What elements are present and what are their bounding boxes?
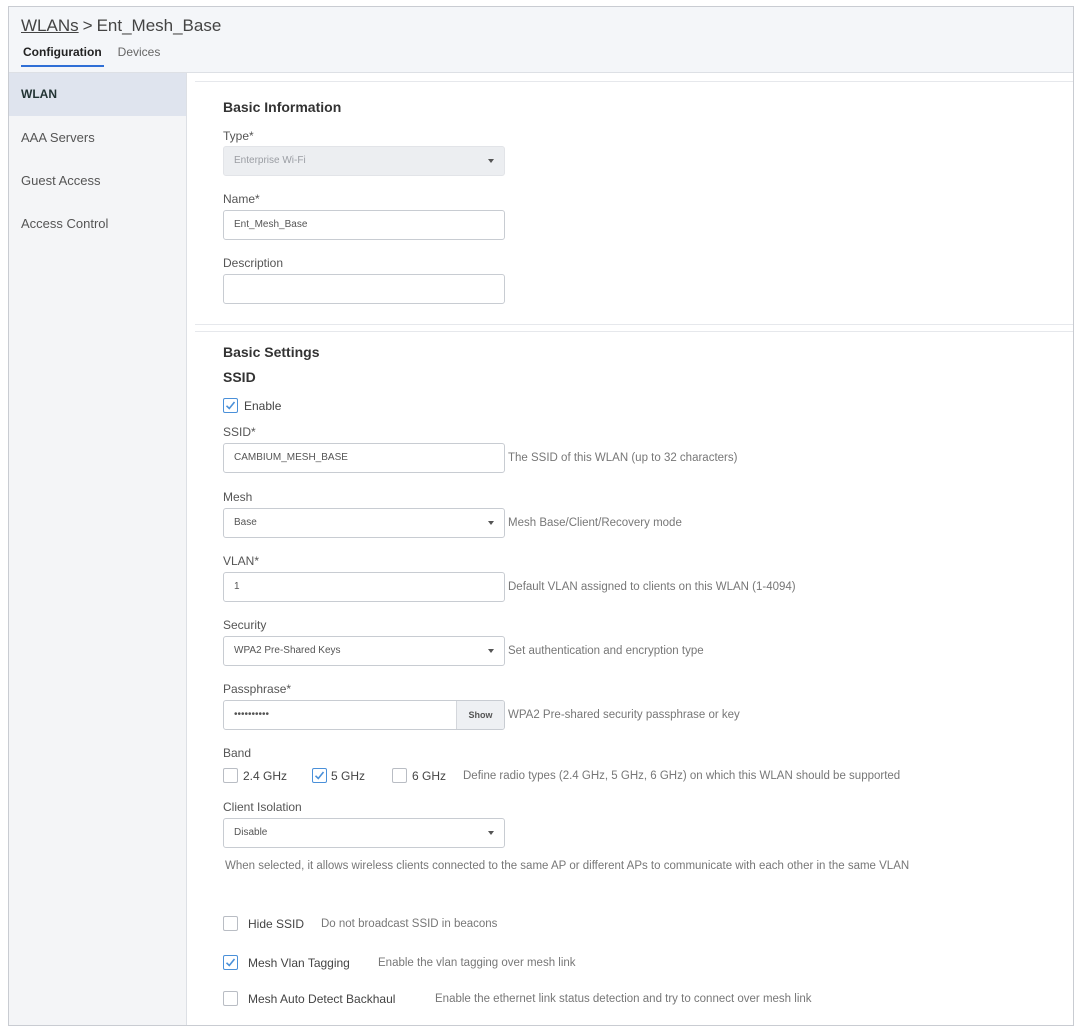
sidebar: WLAN AAA Servers Guest Access Access Con… <box>9 73 187 1025</box>
name-label: Name* <box>223 192 260 206</box>
band-6ghz-label: 6 GHz <box>412 769 447 783</box>
ssid-label: SSID* <box>223 425 256 439</box>
mesh-auto-detect-label: Mesh Auto Detect Backhaul <box>248 992 396 1006</box>
passphrase-value: •••••••••• <box>234 709 270 720</box>
band-24ghz-checkbox[interactable] <box>223 768 238 783</box>
description-label: Description <box>223 256 284 270</box>
vlan-input[interactable]: 1 <box>223 572 505 602</box>
chevron-down-icon <box>488 649 494 653</box>
breadcrumb-current: Ent_Mesh_Base <box>96 16 222 35</box>
mesh-value: Base <box>234 517 257 528</box>
ssid-heading: SSID <box>223 369 256 385</box>
sidebar-item-access-control[interactable]: Access Control <box>9 202 186 245</box>
band-5ghz-checkbox[interactable] <box>312 768 327 783</box>
mesh-select[interactable]: Base <box>223 508 505 538</box>
ssid-value: CAMBIUM_MESH_BASE <box>234 452 348 463</box>
sidebar-item-guest-access[interactable]: Guest Access <box>9 159 186 202</box>
enable-label: Enable <box>244 399 282 413</box>
sidebar-item-aaa-servers[interactable]: AAA Servers <box>9 116 186 159</box>
vlan-label: VLAN* <box>223 554 260 568</box>
ssid-hint: The SSID of this WLAN (up to 32 characte… <box>508 452 738 464</box>
type-value: Enterprise Wi-Fi <box>234 155 306 166</box>
hide-ssid-checkbox[interactable] <box>223 916 238 931</box>
mesh-auto-detect-hint: Enable the ethernet link status detectio… <box>435 993 812 1005</box>
hide-ssid-hint: Do not broadcast SSID in beacons <box>321 918 498 930</box>
basic-information-section: Basic Information Type* Enterprise Wi-Fi… <box>195 81 1073 325</box>
mesh-label: Mesh <box>223 490 253 504</box>
chevron-down-icon <box>488 521 494 525</box>
band-label: Band <box>223 746 252 760</box>
band-24ghz-label: 2.4 GHz <box>243 769 288 783</box>
passphrase-hint: WPA2 Pre-shared security passphrase or k… <box>508 709 740 721</box>
mesh-hint: Mesh Base/Client/Recovery mode <box>508 517 682 529</box>
mesh-vlan-tagging-checkbox[interactable] <box>223 955 238 970</box>
show-passphrase-button[interactable]: Show <box>456 701 504 729</box>
vlan-hint: Default VLAN assigned to clients on this… <box>508 581 796 593</box>
band-hint: Define radio types (2.4 GHz, 5 GHz, 6 GH… <box>463 770 901 782</box>
tab-configuration[interactable]: Configuration <box>21 43 104 67</box>
checkmark-icon <box>314 771 325 780</box>
description-input[interactable] <box>223 274 505 304</box>
type-label: Type* <box>223 129 254 143</box>
tab-devices[interactable]: Devices <box>116 43 163 67</box>
enable-checkbox[interactable] <box>223 398 238 413</box>
chevron-down-icon <box>488 159 494 163</box>
security-select[interactable]: WPA2 Pre-Shared Keys <box>223 636 505 666</box>
page-header: WLANs > Ent_Mesh_Base Configuration Device… <box>9 7 1073 73</box>
basic-settings-title: Basic Settings <box>223 344 320 360</box>
name-input[interactable]: Ent_Mesh_Base <box>223 210 505 240</box>
ssid-input[interactable]: CAMBIUM_MESH_BASE <box>223 443 505 473</box>
breadcrumb-separator: > <box>82 16 93 35</box>
client-isolation-description: When selected, it allows wireless client… <box>225 860 910 872</box>
security-label: Security <box>223 618 267 632</box>
security-hint: Set authentication and encryption type <box>508 645 704 657</box>
basic-settings-section: Basic Settings SSID Enable SSID* CAMBIUM… <box>195 331 1073 1025</box>
type-select[interactable]: Enterprise Wi-Fi <box>223 146 505 176</box>
vlan-value: 1 <box>234 581 240 592</box>
client-isolation-select[interactable]: Disable <box>223 818 505 848</box>
client-isolation-label: Client Isolation <box>223 800 302 814</box>
hide-ssid-label: Hide SSID <box>248 917 305 931</box>
band-6ghz-checkbox[interactable] <box>392 768 407 783</box>
name-value: Ent_Mesh_Base <box>234 219 308 230</box>
wlan-config-window: WLANs > Ent_Mesh_Base Configuration Device… <box>8 6 1074 1026</box>
mesh-vlan-tagging-hint: Enable the vlan tagging over mesh link <box>378 957 576 969</box>
breadcrumb: WLANs > Ent_Mesh_Base <box>21 16 221 36</box>
checkmark-icon <box>225 401 236 410</box>
security-value: WPA2 Pre-Shared Keys <box>234 645 341 656</box>
tab-bar: Configuration Devices <box>21 43 162 67</box>
band-5ghz-label: 5 GHz <box>331 769 366 783</box>
chevron-down-icon <box>488 831 494 835</box>
checkmark-icon <box>225 958 236 967</box>
breadcrumb-wlans-link[interactable]: WLANs <box>21 16 79 35</box>
basic-information-title: Basic Information <box>223 99 342 115</box>
passphrase-label: Passphrase* <box>223 682 292 696</box>
sidebar-item-wlan[interactable]: WLAN <box>9 73 186 116</box>
passphrase-input[interactable]: •••••••••• Show <box>223 700 505 730</box>
main-content: Basic Information Type* Enterprise Wi-Fi… <box>195 73 1073 1025</box>
mesh-vlan-tagging-label: Mesh Vlan Tagging <box>248 956 350 970</box>
mesh-auto-detect-checkbox[interactable] <box>223 991 238 1006</box>
client-isolation-value: Disable <box>234 827 268 838</box>
